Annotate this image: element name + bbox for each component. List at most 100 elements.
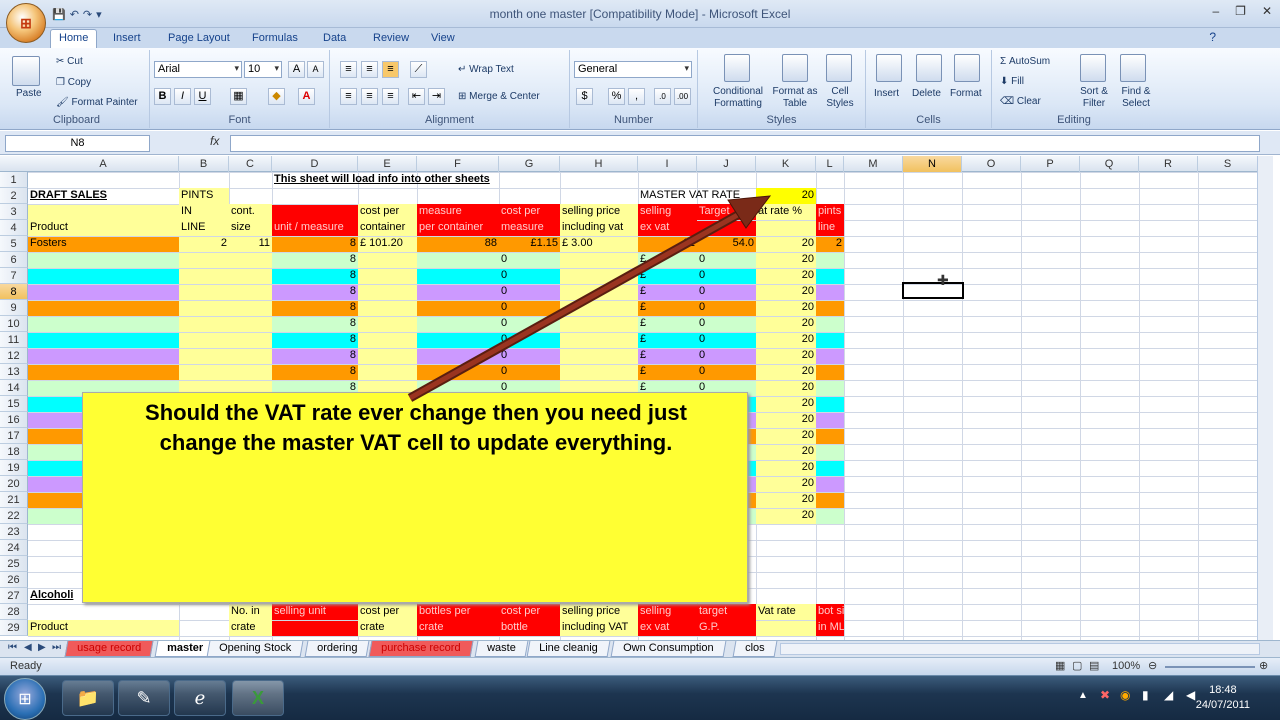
cell-k19[interactable]: 20 (756, 460, 816, 476)
cell-k28[interactable]: Vat rate (756, 604, 816, 620)
cell-i8[interactable]: £ (638, 284, 697, 300)
cell-c28[interactable]: No. in (229, 604, 272, 620)
cell-j7[interactable]: 0 (697, 268, 756, 284)
orientation-icon[interactable]: ⟋ (410, 61, 427, 78)
cell-e4[interactable]: container (358, 220, 417, 236)
delete-cells-icon[interactable] (916, 54, 942, 82)
cell-b3[interactable]: IN (179, 204, 229, 220)
cell-j8[interactable]: 0 (697, 284, 756, 300)
cell-j9[interactable]: 0 (697, 300, 756, 316)
power-tray-icon[interactable]: ▮ (1142, 688, 1149, 702)
cell-g29[interactable]: bottle (499, 620, 560, 636)
master-vat-cell[interactable]: 20 (756, 188, 816, 204)
cell-b5[interactable]: 2 (179, 236, 229, 252)
row-header-19[interactable]: 19 (0, 460, 28, 476)
page-break-view-icon[interactable]: ▤ (1089, 659, 1099, 672)
increase-decimal-icon[interactable]: .0 (654, 88, 671, 105)
clear-button[interactable]: ⌫ Clear (1000, 96, 1041, 107)
cell-j3[interactable]: Target (697, 204, 756, 220)
delete-button[interactable]: Delete (912, 88, 941, 99)
column-header-d[interactable]: D (272, 156, 358, 172)
autosum-button[interactable]: Σ AutoSum (1000, 56, 1050, 67)
cell-h29[interactable]: including VAT (560, 620, 638, 636)
find-select-button[interactable]: Find & Select (1116, 86, 1156, 110)
network-tray-icon[interactable]: ✖ (1100, 688, 1110, 702)
column-header-i[interactable]: I (638, 156, 697, 172)
column-header-k[interactable]: K (756, 156, 816, 172)
cell-j28[interactable]: target (697, 604, 756, 620)
row-header-20[interactable]: 20 (0, 476, 28, 492)
excel-taskbar-button[interactable]: X (232, 680, 284, 716)
sheet-tab-waste[interactable]: waste (474, 641, 529, 657)
align-middle-icon[interactable]: ≡ (361, 61, 378, 78)
page-layout-view-icon[interactable]: ▢ (1072, 659, 1082, 672)
row-header-14[interactable]: 14 (0, 380, 28, 396)
cell-i29[interactable]: ex vat (638, 620, 697, 636)
last-sheet-icon[interactable]: ⏭ (52, 642, 61, 653)
cell-h3[interactable]: selling price (560, 204, 638, 220)
cell-d4[interactable]: unit / measure (272, 220, 358, 236)
cell-d12[interactable]: 8 (272, 348, 358, 364)
font-color-icon[interactable]: A (298, 88, 315, 105)
increase-indent-icon[interactable]: ⇥ (428, 88, 445, 105)
cell-b4[interactable]: LINE (179, 220, 229, 236)
row-header-28[interactable]: 28 (0, 604, 28, 620)
help-icon[interactable]: ? (1209, 30, 1216, 44)
row-header-7[interactable]: 7 (0, 268, 28, 284)
align-top-icon[interactable]: ≡ (340, 61, 357, 78)
insert-cells-icon[interactable] (876, 54, 902, 82)
cell-c3[interactable]: cont. (229, 204, 272, 220)
insert-function-icon[interactable]: fx (210, 134, 219, 148)
conditional-formatting-icon[interactable] (724, 54, 750, 82)
row-header-21[interactable]: 21 (0, 492, 28, 508)
cell-g6[interactable]: 0 (499, 252, 560, 268)
cell-g4[interactable]: measure (499, 220, 560, 236)
row-header-15[interactable]: 15 (0, 396, 28, 412)
cell-g10[interactable]: 0 (499, 316, 560, 332)
cell-i9[interactable]: £ (638, 300, 697, 316)
cell-k5[interactable]: 20 (756, 236, 816, 252)
cell-e5[interactable]: £ 101.20 (358, 236, 417, 252)
clock[interactable]: 18:48 24/07/2011 (1196, 683, 1250, 713)
cell-l29[interactable]: in ML (816, 620, 844, 636)
cell-i28[interactable]: selling (638, 604, 697, 620)
cell-b2[interactable]: PINTS (179, 188, 229, 204)
format-painter-button[interactable]: 🖌 Format Painter (56, 97, 138, 108)
borders-icon[interactable]: ▦ (230, 88, 247, 105)
volume-tray-icon[interactable]: ◀ (1186, 688, 1195, 702)
tab-home[interactable]: Home (50, 29, 98, 49)
wrap-text-button[interactable]: ↵ Wrap Text (458, 64, 514, 75)
selected-cell-n8[interactable] (902, 282, 964, 299)
column-header-l[interactable]: L (816, 156, 844, 172)
row-header-4[interactable]: 4 (0, 220, 28, 236)
row-header-12[interactable]: 12 (0, 348, 28, 364)
sheet-title[interactable]: This sheet will load info into other she… (272, 172, 560, 188)
cell-l28[interactable]: bot size (816, 604, 844, 620)
grow-font-icon[interactable]: A (288, 61, 305, 78)
row-header-6[interactable]: 6 (0, 252, 28, 268)
column-header-b[interactable]: B (179, 156, 229, 172)
row-header-18[interactable]: 18 (0, 444, 28, 460)
cell-g7[interactable]: 0 (499, 268, 560, 284)
close-button[interactable]: ✕ (1262, 4, 1272, 18)
cell-k11[interactable]: 20 (756, 332, 816, 348)
next-sheet-icon[interactable]: ▶ (38, 642, 46, 653)
cell-l3[interactable]: pints in (816, 204, 844, 220)
cell-e28[interactable]: cost per (358, 604, 417, 620)
column-header-p[interactable]: P (1021, 156, 1080, 172)
cell-k16[interactable]: 20 (756, 412, 816, 428)
tab-view[interactable]: View (423, 30, 463, 48)
cell-j12[interactable]: 0 (697, 348, 756, 364)
column-header-n[interactable]: N (903, 156, 962, 172)
cell-styles-icon[interactable] (826, 54, 852, 82)
master-vat-label[interactable]: MASTER VAT RATE (638, 188, 756, 204)
cell-j11[interactable]: 0 (697, 332, 756, 348)
decrease-indent-icon[interactable]: ⇤ (408, 88, 425, 105)
cell-d8[interactable]: 8 (272, 284, 358, 300)
fill-button[interactable]: ⬇ Fill (1000, 76, 1024, 87)
cell-f5[interactable]: 88 (417, 236, 499, 252)
align-left-icon[interactable]: ≡ (340, 88, 357, 105)
cell-k6[interactable]: 20 (756, 252, 816, 268)
cell-i7[interactable]: £ (638, 268, 697, 284)
normal-view-icon[interactable]: ▦ (1055, 659, 1065, 672)
